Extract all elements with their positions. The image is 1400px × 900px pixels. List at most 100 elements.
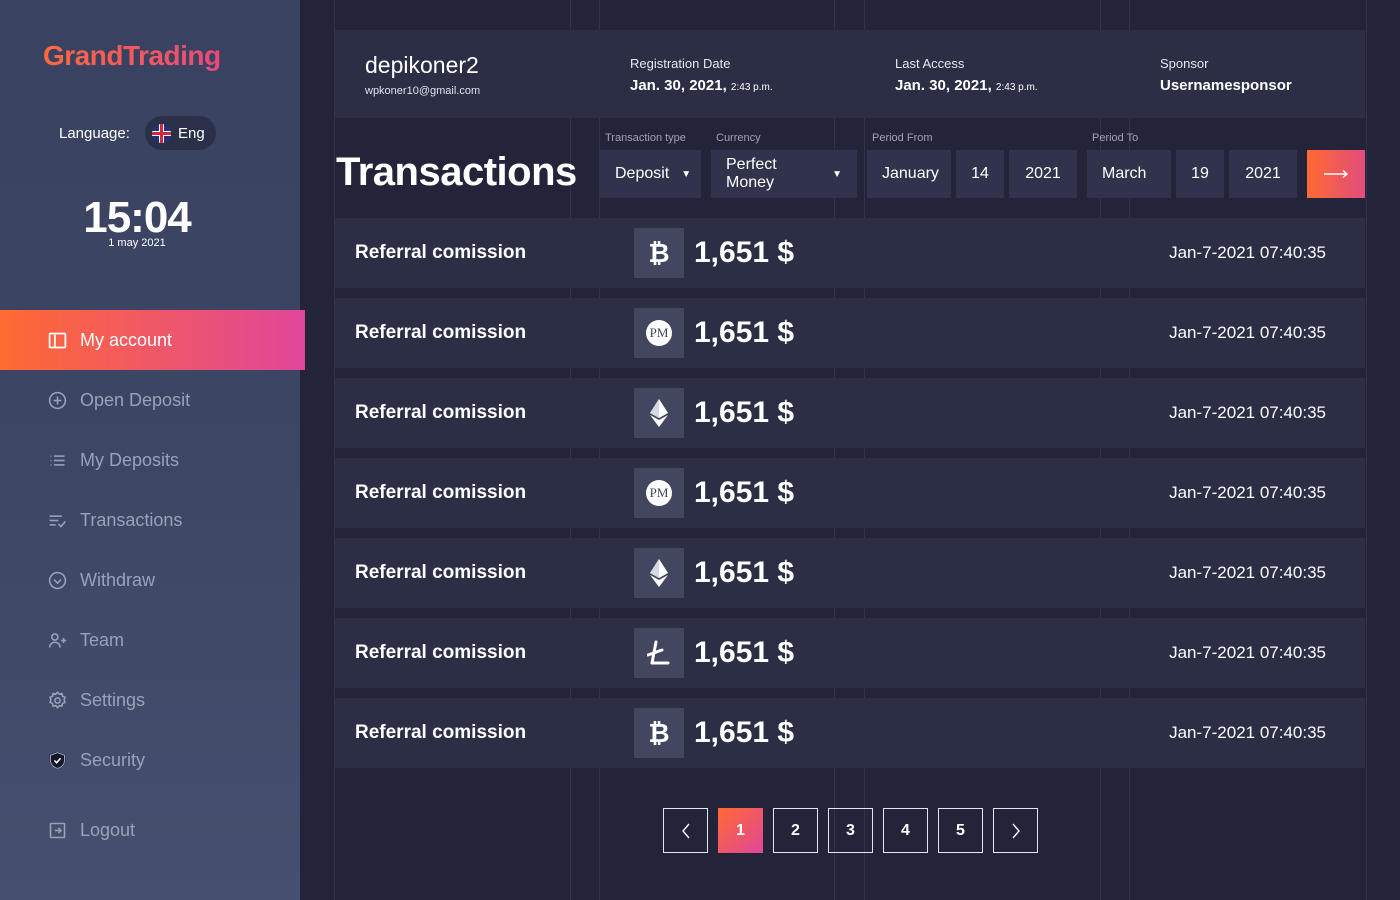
- transaction-amount: 1,651 $: [694, 716, 795, 749]
- bitcoin-icon: ₿: [634, 228, 684, 278]
- sidebar-item-logout[interactable]: Logout: [0, 800, 305, 860]
- check-circle-icon: [47, 570, 68, 591]
- sidebar-item-label: Logout: [80, 819, 136, 840]
- account-panel-icon: [47, 330, 68, 351]
- currency-select[interactable]: Perfect Money ▼: [711, 150, 857, 198]
- page-button-5[interactable]: 5: [938, 808, 983, 853]
- transaction-type-select[interactable]: Deposit ▼: [600, 150, 701, 198]
- perfect-money-icon: PM: [634, 308, 684, 358]
- table-row[interactable]: Referral comission 1,651 $ Jan-7-2021 07…: [335, 618, 1365, 688]
- registration-date-value: Jan. 30, 2021,: [630, 77, 727, 94]
- transaction-type-label: Transaction type: [605, 132, 686, 144]
- page-button-3[interactable]: 3: [828, 808, 873, 853]
- table-row[interactable]: Referral comission 1,651 $ Jan-7-2021 07…: [335, 538, 1365, 608]
- table-row[interactable]: Referral comission ₿ 1,651 $ Jan-7-2021 …: [335, 218, 1365, 288]
- sidebar-item-label: Withdraw: [80, 569, 156, 590]
- transaction-label: Referral comission: [355, 482, 527, 503]
- transaction-label: Referral comission: [355, 562, 527, 583]
- transaction-date: Jan-7-2021 07:40:35: [1169, 723, 1326, 742]
- transaction-label: Referral comission: [355, 242, 527, 263]
- page-button-4[interactable]: 4: [883, 808, 928, 853]
- sidebar-item-label: My account: [80, 329, 173, 350]
- transaction-amount: 1,651 $: [694, 236, 795, 269]
- period-to-year-value: 2021: [1245, 165, 1281, 182]
- period-to-month[interactable]: March: [1087, 150, 1171, 198]
- sidebar-item-label: My Deposits: [80, 449, 180, 470]
- username: depikoner2: [365, 52, 479, 78]
- svg-text:₿: ₿: [648, 239, 669, 268]
- transaction-amount: 1,651 $: [694, 476, 795, 509]
- period-from-month[interactable]: January: [867, 150, 951, 198]
- transaction-type-value: Deposit: [615, 165, 670, 182]
- sponsor: Sponsor Usernamesponsor: [1160, 56, 1292, 94]
- registration-time-value: 2:43 p.m.: [730, 82, 773, 93]
- pm-logo-text: PM: [646, 480, 672, 506]
- period-to-day[interactable]: 19: [1176, 150, 1224, 198]
- transaction-date: Jan-7-2021 07:40:35: [1169, 483, 1326, 502]
- table-row[interactable]: Referral comission PM 1,651 $ Jan-7-2021…: [335, 458, 1365, 528]
- transaction-label: Referral comission: [355, 642, 527, 663]
- user-plus-icon: [47, 630, 68, 651]
- chevron-right-icon: [1011, 823, 1020, 838]
- list-icon: [47, 450, 68, 471]
- last-access: Last Access Jan. 30, 2021, 2:43 p.m.: [895, 56, 1038, 94]
- sidebar-item-label: Settings: [80, 689, 146, 710]
- period-from-year[interactable]: 2021: [1009, 150, 1077, 198]
- language-selector[interactable]: Eng: [145, 116, 216, 150]
- period-to-day-value: 19: [1191, 165, 1209, 182]
- plus-circle-icon: [47, 390, 68, 411]
- sidebar-item-my-deposits[interactable]: My Deposits: [0, 430, 305, 490]
- sidebar-item-settings[interactable]: Settings: [0, 670, 305, 730]
- sponsor-label: Sponsor: [1160, 56, 1209, 71]
- shield-icon: [47, 750, 68, 771]
- transaction-date: Jan-7-2021 07:40:35: [1169, 323, 1326, 342]
- sidebar: GrandTrading Language: Eng 15:04 1 may 2…: [0, 0, 305, 900]
- transaction-amount: 1,651 $: [694, 556, 795, 589]
- sidebar-item-label: Security: [80, 749, 146, 770]
- sidebar-item-label: Transactions: [80, 509, 183, 530]
- table-row[interactable]: Referral comission ₿ 1,651 $ Jan-7-2021 …: [335, 698, 1365, 768]
- transaction-amount: 1,651 $: [694, 636, 795, 669]
- page-button-2[interactable]: 2: [773, 808, 818, 853]
- sidebar-item-transactions[interactable]: Transactions: [0, 490, 305, 550]
- svg-text:₿: ₿: [648, 719, 669, 748]
- pagination: 1 2 3 4 5: [663, 808, 1038, 853]
- period-to-month-value: March: [1102, 165, 1147, 182]
- sidebar-item-security[interactable]: Security: [0, 730, 305, 790]
- currency-label: Currency: [716, 132, 761, 144]
- table-row[interactable]: Referral comission PM 1,651 $ Jan-7-2021…: [335, 298, 1365, 368]
- list-check-icon: [47, 510, 68, 531]
- currency-value: Perfect Money: [726, 156, 777, 191]
- bitcoin-icon: ₿: [634, 708, 684, 758]
- registration-date: Registration Date Jan. 30, 2021, 2:43 p.…: [630, 56, 773, 94]
- next-page-button[interactable]: [993, 808, 1038, 853]
- gear-icon: [47, 690, 68, 711]
- transactions-list: Referral comission ₿ 1,651 $ Jan-7-2021 …: [335, 218, 1365, 778]
- prev-page-button[interactable]: [663, 808, 708, 853]
- transaction-date: Jan-7-2021 07:40:35: [1169, 563, 1326, 582]
- transaction-date: Jan-7-2021 07:40:35: [1169, 643, 1326, 662]
- sidebar-item-my-account[interactable]: My account: [0, 310, 305, 370]
- sidebar-item-team[interactable]: Team: [0, 610, 305, 670]
- ethereum-icon: [634, 388, 684, 438]
- litecoin-icon: [634, 628, 684, 678]
- transaction-date: Jan-7-2021 07:40:35: [1169, 243, 1326, 262]
- sidebar-item-withdraw[interactable]: Withdraw: [0, 550, 305, 610]
- period-from-month-value: January: [882, 165, 939, 182]
- clock-time: 15:04: [83, 193, 192, 242]
- apply-filter-button[interactable]: [1307, 150, 1365, 198]
- caret-down-icon: ▼: [681, 168, 692, 180]
- table-row[interactable]: Referral comission 1,651 $ Jan-7-2021 07…: [335, 378, 1365, 448]
- sidebar-nav: My account Open Deposit My Deposits Tran…: [0, 310, 305, 860]
- page-button-1[interactable]: 1: [718, 808, 763, 853]
- sidebar-item-label: Open Deposit: [80, 389, 191, 410]
- caret-down-icon: ▼: [832, 168, 842, 180]
- period-to-year[interactable]: 2021: [1229, 150, 1297, 198]
- period-to-label: Period To: [1092, 132, 1139, 144]
- last-access-label: Last Access: [895, 56, 965, 71]
- period-from-day[interactable]: 14: [956, 150, 1004, 198]
- sidebar-item-open-deposit[interactable]: Open Deposit: [0, 370, 305, 430]
- language-label: Language:: [59, 125, 130, 142]
- brand-logo[interactable]: GrandTrading: [43, 40, 221, 72]
- account-header: depikoner2 wpkoner10@gmail.com Registrat…: [335, 30, 1365, 118]
